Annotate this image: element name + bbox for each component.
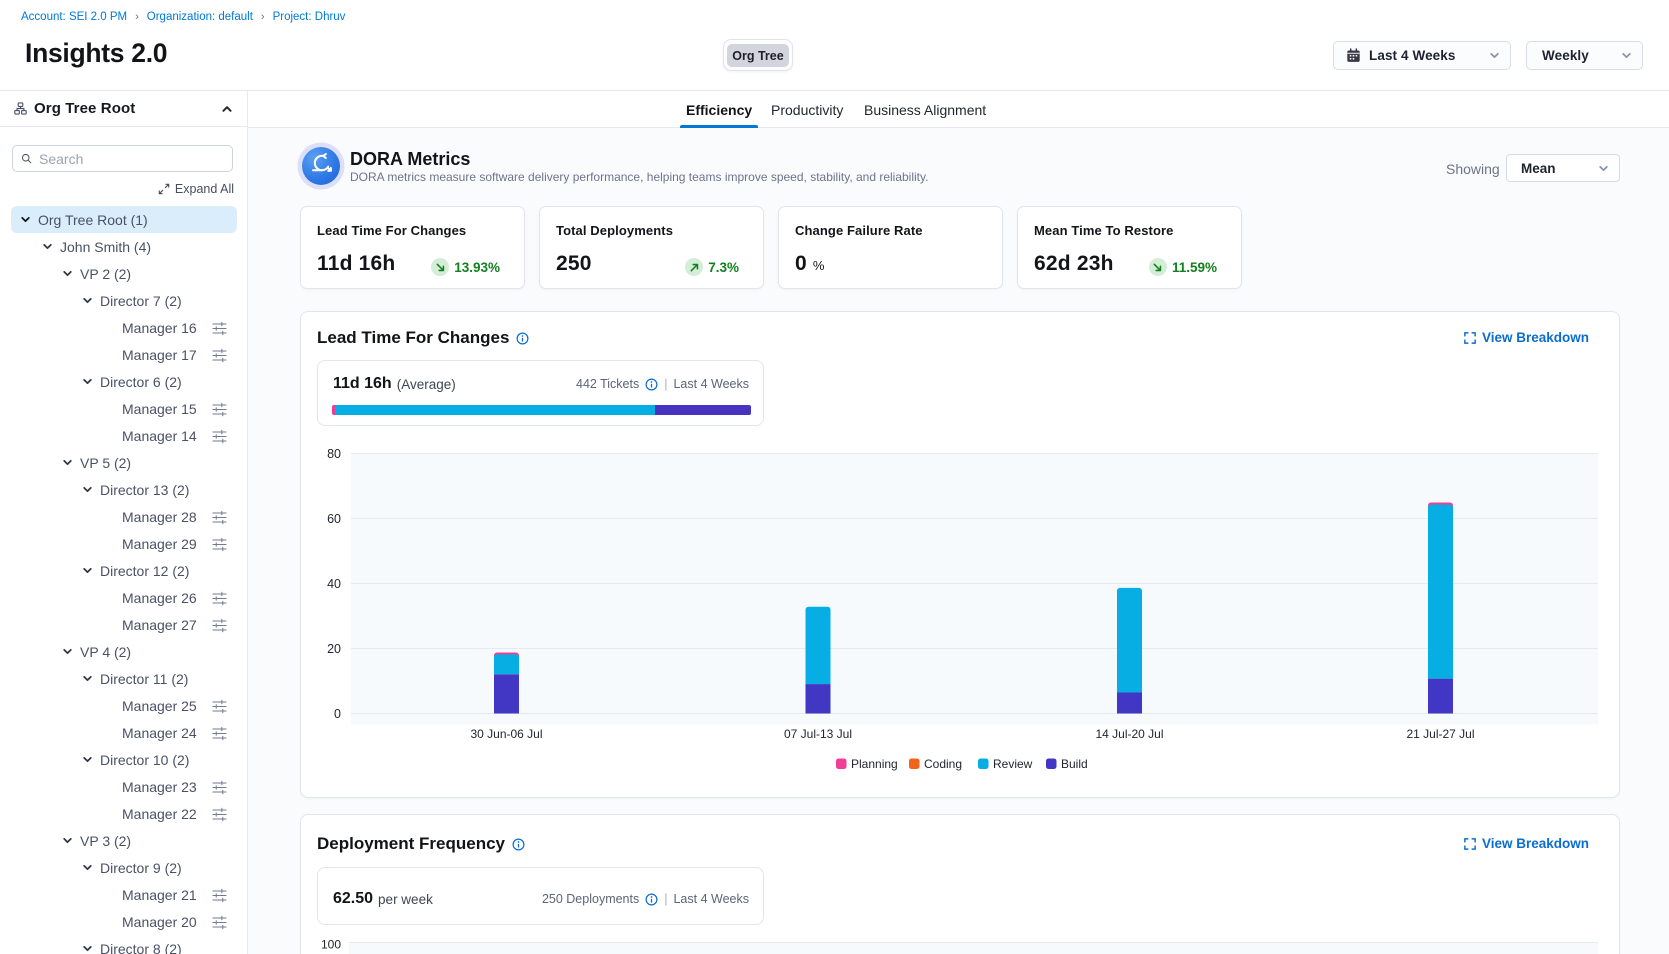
- svg-text:20: 20: [327, 642, 341, 656]
- svg-text:14 Jul-20 Jul: 14 Jul-20 Jul: [1095, 727, 1163, 741]
- svg-text:Review: Review: [993, 757, 1033, 771]
- svg-text:Build: Build: [1061, 757, 1088, 771]
- svg-text:80: 80: [327, 447, 341, 461]
- svg-text:100: 100: [321, 938, 341, 952]
- svg-text:Coding: Coding: [924, 757, 962, 771]
- svg-text:Planning: Planning: [851, 757, 898, 771]
- svg-text:60: 60: [327, 512, 341, 526]
- svg-text:30 Jun-06 Jul: 30 Jun-06 Jul: [470, 727, 542, 741]
- svg-text:40: 40: [327, 577, 341, 591]
- svg-text:0: 0: [334, 707, 341, 721]
- svg-text:07 Jul-13 Jul: 07 Jul-13 Jul: [784, 727, 852, 741]
- svg-text:21 Jul-27 Jul: 21 Jul-27 Jul: [1406, 727, 1474, 741]
